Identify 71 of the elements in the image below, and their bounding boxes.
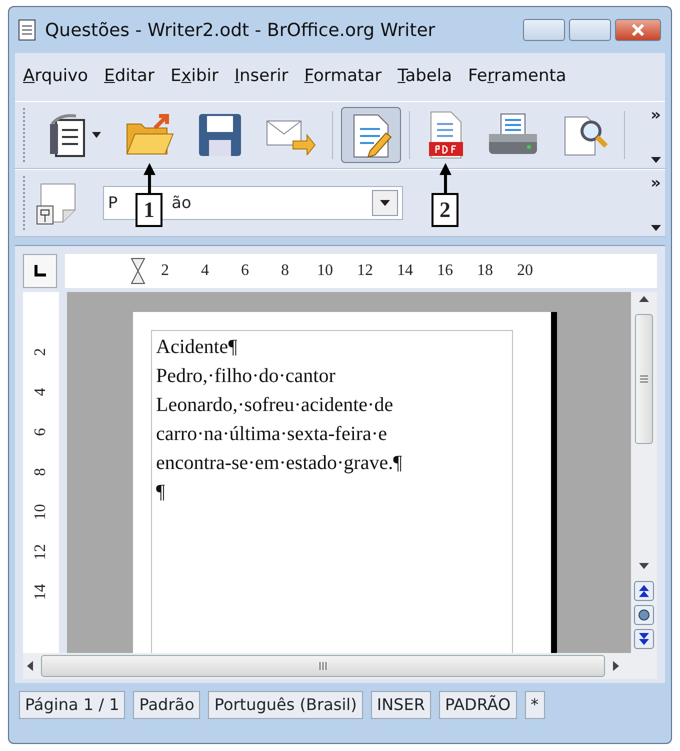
text-line: Leonardo,·sofreu·acidente·de (156, 393, 394, 418)
ruler-number: 2 (31, 348, 50, 356)
next-page-button[interactable] (634, 629, 654, 649)
window-title: Questões - Writer2.odt - BrOffice.org Writer (45, 18, 436, 42)
close-icon (631, 24, 645, 36)
text-line: encontra-se·em·estado·grave.¶ (156, 451, 404, 476)
caret-icon[interactable] (380, 200, 390, 206)
ruler-number: 12 (31, 544, 50, 560)
scroll-left-icon[interactable] (27, 661, 33, 671)
grip-icon (640, 375, 648, 383)
double-down-arrow-icon (639, 633, 649, 645)
ruler-number: 10 (31, 504, 50, 520)
menu-item[interactable]: Editar (104, 64, 154, 90)
tab-stop-button[interactable] (23, 254, 57, 288)
caret-icon[interactable] (650, 157, 661, 163)
callout-arrow (143, 163, 155, 193)
tab-stop-icon (34, 265, 46, 277)
ruler-number: 2 (160, 261, 170, 281)
status-field: Página 1 / 1 (19, 691, 126, 719)
indent-marker-icon (131, 258, 145, 284)
text-line: Pedro,·filho·do·cantor (156, 364, 336, 389)
navigator-button[interactable] (634, 605, 654, 625)
ruler-number: 4 (31, 388, 50, 396)
menu-item[interactable]: Arquivo (23, 64, 88, 90)
minimize-button[interactable] (523, 19, 565, 41)
style-name: P (108, 192, 118, 214)
status-field: INSER (370, 691, 431, 719)
scroll-thumb[interactable] (635, 314, 653, 444)
scroll-right-icon[interactable] (613, 661, 619, 671)
menu-item[interactable]: Tabela (398, 64, 452, 90)
caret-icon[interactable] (650, 225, 661, 231)
menu-item[interactable]: Inserir (234, 64, 288, 90)
scroll-up-icon[interactable] (639, 296, 649, 302)
close-button[interactable] (615, 19, 661, 41)
grip-icon (319, 662, 327, 670)
callout-label: 2 (432, 193, 458, 227)
previous-page-button[interactable] (634, 581, 654, 601)
ruler-number: 16 (436, 261, 454, 281)
toolbar-overflow-button[interactable]: » (650, 107, 661, 123)
callout-arrow (439, 163, 451, 193)
ruler-number: 10 (316, 261, 334, 281)
style-name: ão (172, 192, 192, 214)
double-up-arrow-icon (639, 585, 649, 597)
circle-icon (638, 609, 650, 621)
menu-item[interactable]: Exibir (170, 64, 218, 90)
toolbar-button[interactable] (341, 107, 401, 163)
ruler-number: 8 (280, 261, 290, 281)
ruler-number: 14 (396, 261, 414, 281)
ruler-number: 18 (476, 261, 494, 281)
menu-item[interactable]: Ferramenta (468, 64, 566, 90)
status-field: Português (Brasil) (208, 691, 363, 719)
scroll-thumb[interactable] (41, 655, 605, 677)
ruler-number: 4 (200, 261, 210, 281)
text-line: Acidente¶ (156, 335, 238, 360)
caret-icon (92, 132, 101, 138)
status-field: PADRÃO (438, 691, 517, 719)
toolbar-overflow-button[interactable]: » (650, 175, 661, 191)
ruler-number: 20 (516, 261, 534, 281)
ruler-number: 8 (31, 468, 50, 476)
text-line: ¶ (156, 480, 166, 505)
scroll-down-icon[interactable] (639, 563, 649, 569)
text-line: carro·na·última·sexta-feira·e (156, 422, 388, 447)
status-field: Padrão (133, 691, 200, 719)
ruler-number: 12 (356, 261, 374, 281)
ruler-number: 6 (240, 261, 250, 281)
callout-label: 1 (136, 193, 162, 227)
ruler-number: 14 (31, 584, 50, 600)
menu-item[interactable]: Formatar (304, 64, 382, 90)
maximize-button[interactable] (569, 19, 611, 41)
ruler-number: 6 (31, 428, 50, 436)
status-field: * (524, 691, 545, 719)
